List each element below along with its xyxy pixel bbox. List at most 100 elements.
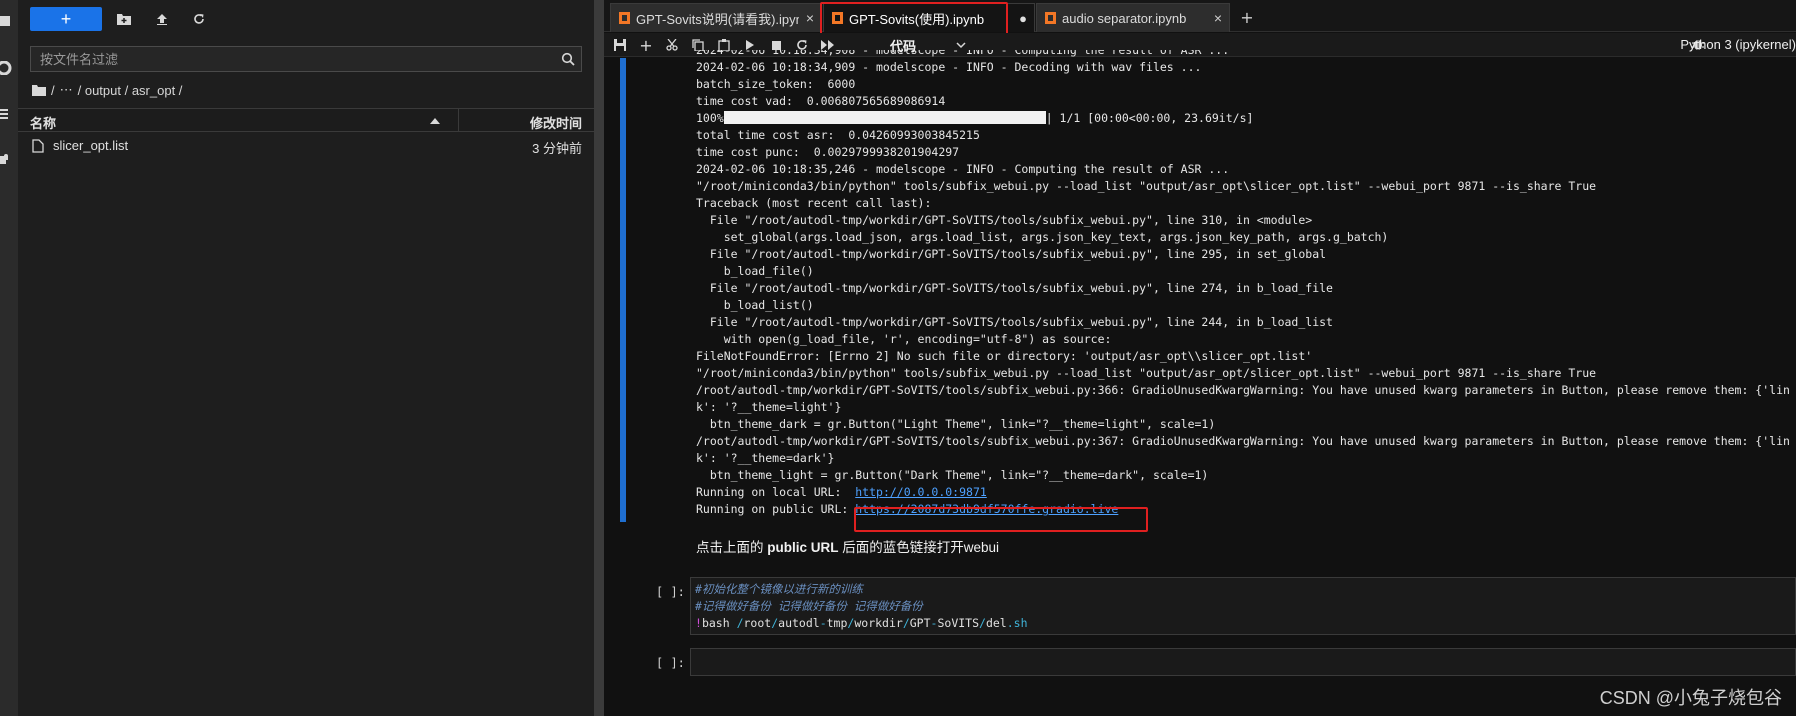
activity-bar — [0, 0, 18, 716]
tab-gpt-sovits-readme[interactable]: GPT-Sovits说明(请看我).ipynb × — [610, 3, 822, 32]
progress-line: 100% | 1/1 [00:00<00:00, 23.69it/s] — [696, 110, 1253, 127]
breadcrumb: / ⋯ / output / asr_opt / — [32, 81, 182, 99]
file-list-header: 名称 修改时间 — [18, 108, 594, 132]
hint-after: 后面的蓝色链接打开webui — [838, 540, 1000, 555]
output-line: k': '?__theme=dark'} — [696, 451, 835, 465]
sort-up-icon[interactable] — [430, 117, 440, 124]
path-token: GPT — [909, 616, 931, 630]
cell-prompt: [ ]: — [656, 585, 685, 599]
upload-icon[interactable] — [154, 11, 170, 27]
path-token: workdir — [854, 616, 903, 630]
close-icon[interactable]: × — [799, 10, 821, 26]
path-token: root — [743, 616, 772, 630]
bang-token: ! — [695, 616, 702, 630]
output-line: 2024-02-06 10:18:35,246 - modelscope - I… — [696, 162, 1230, 176]
progress-bar — [723, 111, 1046, 124]
insert-cell-icon[interactable]: + — [638, 36, 654, 55]
modified-column-header[interactable]: 修改时间 — [530, 113, 582, 132]
local-url-link[interactable]: http://0.0.0.0:9871 — [855, 485, 987, 499]
bash-token: bash — [701, 616, 737, 630]
breadcrumb-ellipsis[interactable]: ⋯ — [60, 82, 73, 98]
column-divider[interactable] — [458, 109, 459, 131]
unsaved-dot-icon[interactable]: ● — [1012, 11, 1034, 26]
output-line: FileNotFoundError: [Errno 2] No such fil… — [696, 349, 1313, 363]
cell-output: 2024-02-06 10:18:34,908 - modelscope - I… — [696, 50, 1796, 522]
output-line: File "/root/autodl-tmp/workdir/GPT-SoVIT… — [696, 281, 1333, 295]
tab-label: audio separator.ipynb — [1062, 10, 1187, 26]
running-icon[interactable] — [0, 61, 12, 75]
path-token: - — [819, 616, 827, 630]
filter-input[interactable] — [31, 51, 555, 67]
output-line: k': '?__theme=light'} — [696, 400, 842, 414]
cell-prompt: [ ]: — [656, 656, 685, 670]
path-token: / — [902, 616, 910, 630]
output-line: File "/root/autodl-tmp/workdir/GPT-SoVIT… — [696, 247, 1327, 261]
file-modified: 3 分钟前 — [532, 141, 582, 156]
code-command: !bash /root/autodl-tmp/workdir/GPT-SoVIT… — [695, 615, 1028, 632]
output-line: btn_theme_dark = gr.Button("Light Theme"… — [696, 417, 1216, 431]
folder-icon[interactable] — [0, 14, 12, 28]
output-line: time cost punc: 0.0029799938201904297 — [696, 145, 960, 159]
notebook-panel: GPT-Sovits说明(请看我).ipynb × GPT-Sovits(使用)… — [604, 0, 1796, 716]
cut-icon[interactable] — [664, 37, 680, 53]
notebook-icon — [1045, 12, 1056, 24]
save-icon[interactable] — [612, 37, 628, 53]
new-launcher-button[interactable]: + — [30, 7, 102, 31]
output-line: "/root/miniconda3/bin/python" tools/subf… — [696, 366, 1597, 380]
path-token: / — [736, 616, 744, 630]
progress-percent: 100% — [696, 111, 724, 125]
file-icon — [32, 139, 44, 153]
tab-bar: GPT-Sovits说明(请看我).ipynb × GPT-Sovits(使用)… — [604, 0, 1796, 36]
instruction-text: 点击上面的 public URL 后面的蓝色链接打开webui — [696, 536, 999, 556]
output-line: File "/root/autodl-tmp/workdir/GPT-SoVIT… — [696, 213, 1313, 227]
output-line: File "/root/autodl-tmp/workdir/GPT-SoVIT… — [696, 315, 1333, 329]
tab-label: GPT-Sovits说明(请看我).ipynb — [636, 11, 799, 27]
toc-icon[interactable] — [0, 107, 12, 121]
breadcrumb-root[interactable]: / — [51, 83, 55, 98]
path-token: . — [1006, 616, 1014, 630]
public-url-label: Running on public URL: — [696, 502, 856, 516]
path-token: SoVITS — [937, 616, 980, 630]
output-line: b_load_file() — [696, 264, 814, 278]
code-comment: #记得做好备份 记得做好备份 记得做好备份 — [695, 599, 923, 613]
notebook-icon — [619, 12, 630, 24]
path-token: autodl — [778, 616, 820, 630]
path-token: / — [979, 616, 986, 630]
panel-splitter[interactable] — [594, 0, 604, 716]
extension-icon[interactable] — [0, 152, 12, 166]
file-browser: + / ⋯ / output / asr_opt / 名称 修改时间 — [18, 0, 594, 716]
output-line: set_global(args.load_json, args.load_lis… — [696, 230, 1389, 244]
close-icon[interactable]: × — [1207, 10, 1229, 26]
chevron-down-icon — [956, 41, 966, 49]
refresh-icon[interactable] — [191, 11, 207, 27]
file-row[interactable]: slicer_opt.list 3 分钟前 — [18, 134, 594, 158]
hint-before: 点击上面的 — [696, 540, 768, 555]
local-url-label: Running on local URL: — [696, 485, 856, 499]
output-line: b_load_list() — [696, 298, 814, 312]
local-url-line: Running on local URL: http://0.0.0.0:987… — [696, 484, 987, 501]
output-line: with open(g_load_file, 'r', encoding="ut… — [696, 332, 1112, 346]
plus-icon: + — [60, 9, 72, 29]
code-cell-input[interactable] — [690, 648, 1796, 676]
cell-collapser-bar[interactable] — [620, 58, 626, 522]
path-token: sh — [1013, 616, 1028, 630]
output-line: batch_size_token: 6000 — [696, 77, 856, 91]
breadcrumb-path[interactable]: / output / asr_opt / — [78, 83, 183, 98]
output-line: 2024-02-06 10:18:34,909 - modelscope - I… — [696, 60, 1202, 74]
code-cell-input[interactable]: #初始化整个镜像以进行新的训练 #记得做好备份 记得做好备份 记得做好备份 !b… — [690, 577, 1796, 635]
output-line: /root/autodl-tmp/workdir/GPT-SoVITS/tool… — [696, 434, 1790, 448]
file-browser-toolbar: + — [18, 0, 594, 36]
tab-audio-separator[interactable]: audio separator.ipynb × — [1036, 3, 1230, 32]
file-name: slicer_opt.list — [53, 138, 129, 153]
output-line: btn_theme_light = gr.Button("Dark Theme"… — [696, 468, 1209, 482]
home-folder-icon[interactable] — [32, 84, 46, 96]
output-line: time cost vad: 0.006807565689086914 — [696, 94, 946, 108]
name-column-header[interactable]: 名称 — [30, 113, 56, 132]
add-tab-button[interactable]: + — [1236, 6, 1258, 28]
new-folder-icon[interactable] — [116, 11, 132, 27]
public-url-highlight-box — [854, 507, 1148, 532]
filename-filter[interactable] — [30, 46, 582, 72]
hint-bold: public URL — [767, 540, 839, 555]
watermark: CSDN @小兔子烧包谷 — [1599, 688, 1782, 708]
path-token: del — [985, 616, 1007, 630]
